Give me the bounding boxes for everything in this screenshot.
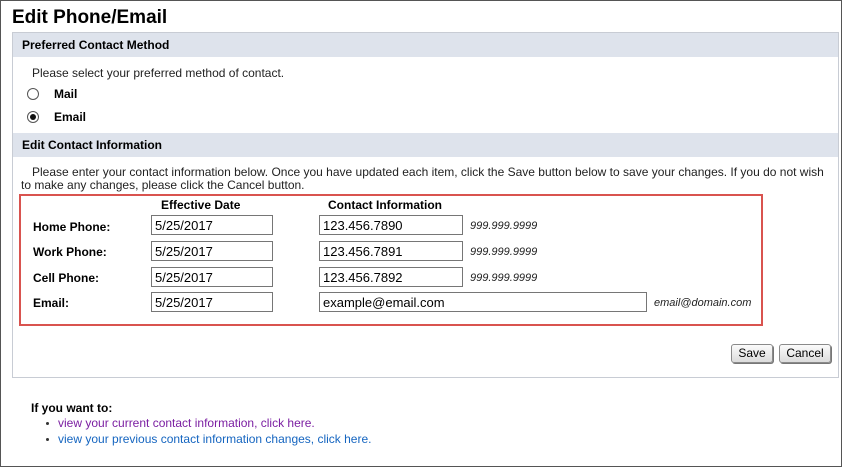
work-phone-input[interactable] [319, 241, 463, 261]
work-phone-date-input[interactable] [151, 241, 273, 261]
cell-phone-date-input[interactable] [151, 267, 273, 287]
radio-mail[interactable] [27, 88, 39, 100]
home-phone-label: Home Phone: [33, 220, 111, 234]
radio-email-row[interactable]: Email [27, 110, 86, 124]
preferred-contact-header: Preferred Contact Method [13, 33, 838, 57]
work-phone-format-hint: 999.999.9999 [470, 246, 538, 258]
cell-phone-format-hint: 999.999.9999 [470, 272, 538, 284]
footer-title: If you want to: [31, 401, 113, 415]
email-format-hint: email@domain.com [654, 297, 752, 309]
home-phone-format-hint: 999.999.9999 [470, 220, 538, 232]
radio-mail-label: Mail [54, 87, 78, 101]
page-title: Edit Phone/Email [12, 7, 168, 28]
work-phone-label: Work Phone: [33, 245, 107, 259]
view-previous-changes-link[interactable]: view your previous contact information c… [58, 432, 371, 446]
edit-contact-header: Edit Contact Information [13, 133, 838, 157]
column-header-contact-information: Contact Information [328, 198, 442, 212]
cell-phone-input[interactable] [319, 267, 463, 287]
cancel-button[interactable]: Cancel [779, 344, 831, 363]
radio-email-label: Email [54, 110, 87, 124]
home-phone-input[interactable] [319, 215, 463, 235]
radio-mail-row[interactable]: Mail [27, 87, 77, 101]
edit-instructions: Please enter your contact information be… [21, 165, 824, 192]
cell-phone-label: Cell Phone: [33, 271, 100, 285]
view-current-contact-link[interactable]: view your current contact information, c… [58, 416, 315, 430]
preferred-prompt: Please select your preferred method of c… [32, 66, 285, 80]
email-date-input[interactable] [151, 292, 273, 312]
radio-email[interactable] [27, 111, 39, 123]
email-label: Email: [33, 296, 70, 310]
save-button[interactable]: Save [731, 344, 773, 363]
column-header-effective-date: Effective Date [161, 198, 241, 212]
bullet-icon [46, 421, 49, 425]
main-panel: Preferred Contact Method Please select y… [12, 32, 839, 378]
home-phone-date-input[interactable] [151, 215, 273, 235]
footer-link-row-current: view your current contact information, c… [46, 416, 315, 430]
footer-link-row-previous: view your previous contact information c… [46, 432, 371, 446]
bullet-icon [46, 437, 49, 441]
email-input[interactable] [319, 292, 647, 312]
